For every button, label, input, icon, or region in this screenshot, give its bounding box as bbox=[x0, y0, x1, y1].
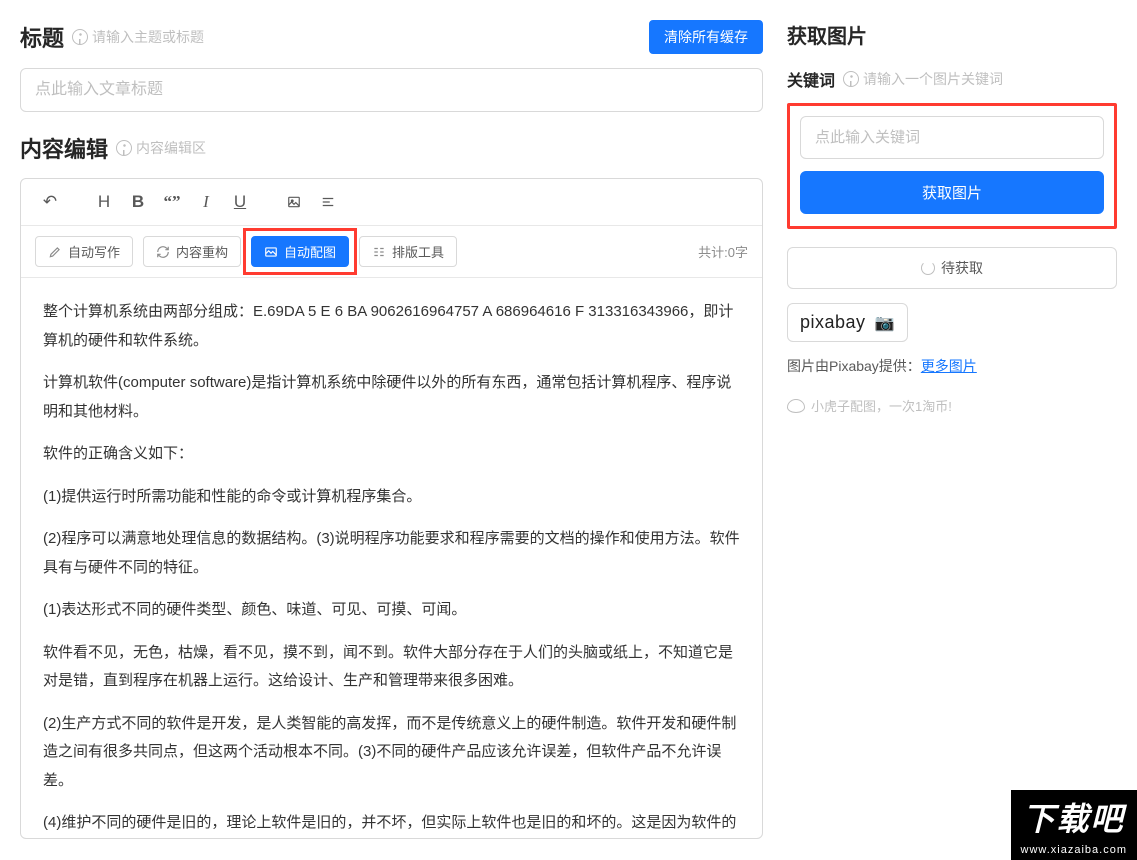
content-paragraph: (1)提供运行时所需功能和性能的命令或计算机程序集合。 bbox=[43, 483, 740, 512]
watermark-url: www.xiazaiba.com bbox=[1011, 842, 1137, 860]
keyword-highlight-box: 获取图片 bbox=[787, 103, 1117, 229]
content-edit-label: 内容编辑 bbox=[20, 132, 108, 164]
action-toolbar: 自动写作 内容重构 自动配图 排版工具 共计:0字 bbox=[21, 226, 762, 278]
undo-icon[interactable]: ↶ bbox=[35, 187, 65, 217]
keyword-hint: 请输入一个图片关键词 bbox=[843, 69, 1003, 89]
restructure-button[interactable]: 内容重构 bbox=[143, 236, 241, 267]
image-icon[interactable] bbox=[279, 187, 309, 217]
image-source-text: 图片由Pixabay提供：更多图片 bbox=[787, 356, 1117, 376]
clear-cache-button[interactable]: 清除所有缓存 bbox=[649, 20, 763, 54]
content-paragraph: (1)表达形式不同的硬件类型、颜色、味道、可见、可摸、可闻。 bbox=[43, 596, 740, 625]
content-body[interactable]: 整个计算机系统由两部分组成：E.69DA 5 E 6 BA 9062616964… bbox=[21, 278, 762, 838]
editor: ↶ H B “” I U 自动写作 bbox=[20, 178, 763, 839]
format-toolbar: ↶ H B “” I U bbox=[21, 179, 762, 226]
title-section-header: 标题 请输入主题或标题 清除所有缓存 bbox=[20, 20, 763, 54]
content-paragraph: 软件看不见，无色，枯燥，看不见，摸不到，闻不到。软件大部分存在于人们的头脑或纸上… bbox=[43, 639, 740, 696]
article-title-input[interactable] bbox=[20, 68, 763, 112]
title-hint: 请输入主题或标题 bbox=[72, 27, 204, 47]
pixabay-badge: pixabay 📷 bbox=[787, 303, 908, 342]
get-image-title: 获取图片 bbox=[787, 20, 1117, 49]
pending-button[interactable]: 待获取 bbox=[787, 247, 1117, 289]
content-paragraph: 计算机软件(computer software)是指计算机系统中除硬件以外的所有… bbox=[43, 369, 740, 426]
content-edit-hint: 内容编辑区 bbox=[116, 138, 206, 158]
italic-icon[interactable]: I bbox=[191, 187, 221, 217]
quote-icon[interactable]: “” bbox=[157, 187, 187, 217]
content-paragraph: (2)生产方式不同的软件是开发，是人类智能的高发挥，而不是传统意义上的硬件制造。… bbox=[43, 710, 740, 796]
layout-tool-button[interactable]: 排版工具 bbox=[359, 236, 457, 267]
word-counter: 共计:0字 bbox=[698, 242, 748, 261]
auto-image-button[interactable]: 自动配图 bbox=[251, 236, 349, 267]
content-paragraph: (2)程序可以满意地处理信息的数据结构。(3)说明程序功能要求和程序需要的文档的… bbox=[43, 525, 740, 582]
content-paragraph: 整个计算机系统由两部分组成：E.69DA 5 E 6 BA 9062616964… bbox=[43, 298, 740, 355]
watermark: 下载吧 www.xiazaiba.com bbox=[1011, 790, 1137, 860]
camera-icon: 📷 bbox=[870, 313, 895, 333]
heading-icon[interactable]: H bbox=[89, 187, 119, 217]
auto-image-highlight: 自动配图 bbox=[251, 236, 349, 267]
content-paragraph: (4)维护不同的硬件是旧的，理论上软件是旧的，并不坏，但实际上软件也是旧的和坏的… bbox=[43, 809, 740, 838]
title-label: 标题 bbox=[20, 21, 64, 53]
watermark-logo: 下载吧 bbox=[1011, 790, 1137, 842]
more-images-link[interactable]: 更多图片 bbox=[921, 358, 977, 374]
keyword-label: 关键词 bbox=[787, 67, 835, 91]
underline-icon[interactable]: U bbox=[225, 187, 255, 217]
spinner-icon bbox=[921, 261, 935, 275]
tip-text: 小虎子配图，一次1淘币! bbox=[787, 396, 1117, 415]
align-left-icon[interactable] bbox=[313, 187, 343, 217]
auto-write-button[interactable]: 自动写作 bbox=[35, 236, 133, 267]
keyword-input[interactable] bbox=[800, 116, 1104, 159]
bold-icon[interactable]: B bbox=[123, 187, 153, 217]
get-image-button[interactable]: 获取图片 bbox=[800, 171, 1104, 214]
content-paragraph: 软件的正确含义如下： bbox=[43, 440, 740, 469]
